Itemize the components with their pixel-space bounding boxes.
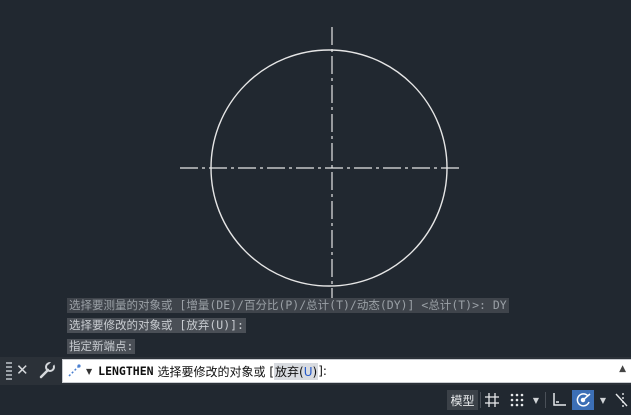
history-line-1: 选择要测量的对象或 [增量(DE)/百分比(P)/总计(T)/动态(DY)] <… (67, 298, 509, 313)
grid-icon[interactable] (482, 390, 502, 410)
wrench-icon[interactable] (38, 360, 56, 384)
snap-icon[interactable] (506, 390, 528, 410)
command-name: LENGTHEN (98, 364, 154, 378)
object-snap-icon[interactable] (612, 390, 630, 410)
polar-tracking-icon[interactable] (572, 390, 594, 410)
ortho-icon[interactable] (549, 390, 569, 410)
prompt-suffix: ]: (318, 364, 327, 378)
status-separator (480, 392, 481, 408)
chevron-down-icon[interactable]: ▼ (86, 367, 92, 376)
history-line-2: 选择要修改的对象或 [放弃(U)]: (67, 318, 246, 333)
model-space-button[interactable]: 模型 (447, 390, 478, 410)
history-line-3: 指定新端点: (67, 339, 136, 354)
command-line-bar: ✕ ▼ LENGTHEN 选择要修改的对象或 [ 放弃(U) ]: ▲ (0, 357, 631, 385)
close-icon[interactable]: ✕ (16, 361, 29, 379)
prompt-prefix: 选择要修改的对象或 [ (157, 364, 275, 379)
status-bar: 模型 ▼ ▼ (0, 385, 631, 415)
snap-menu-chevron-icon[interactable]: ▼ (530, 390, 542, 410)
drag-handle[interactable] (6, 362, 12, 380)
option-undo[interactable]: 放弃(U) (274, 362, 319, 380)
polar-menu-chevron-icon[interactable]: ▼ (597, 390, 609, 410)
status-separator (545, 392, 546, 408)
history-up-icon[interactable]: ▲ (619, 364, 626, 374)
command-line-icon[interactable] (67, 364, 83, 378)
command-input[interactable]: ▼ LENGTHEN 选择要修改的对象或 [ 放弃(U) ]: ▲ (62, 359, 631, 383)
